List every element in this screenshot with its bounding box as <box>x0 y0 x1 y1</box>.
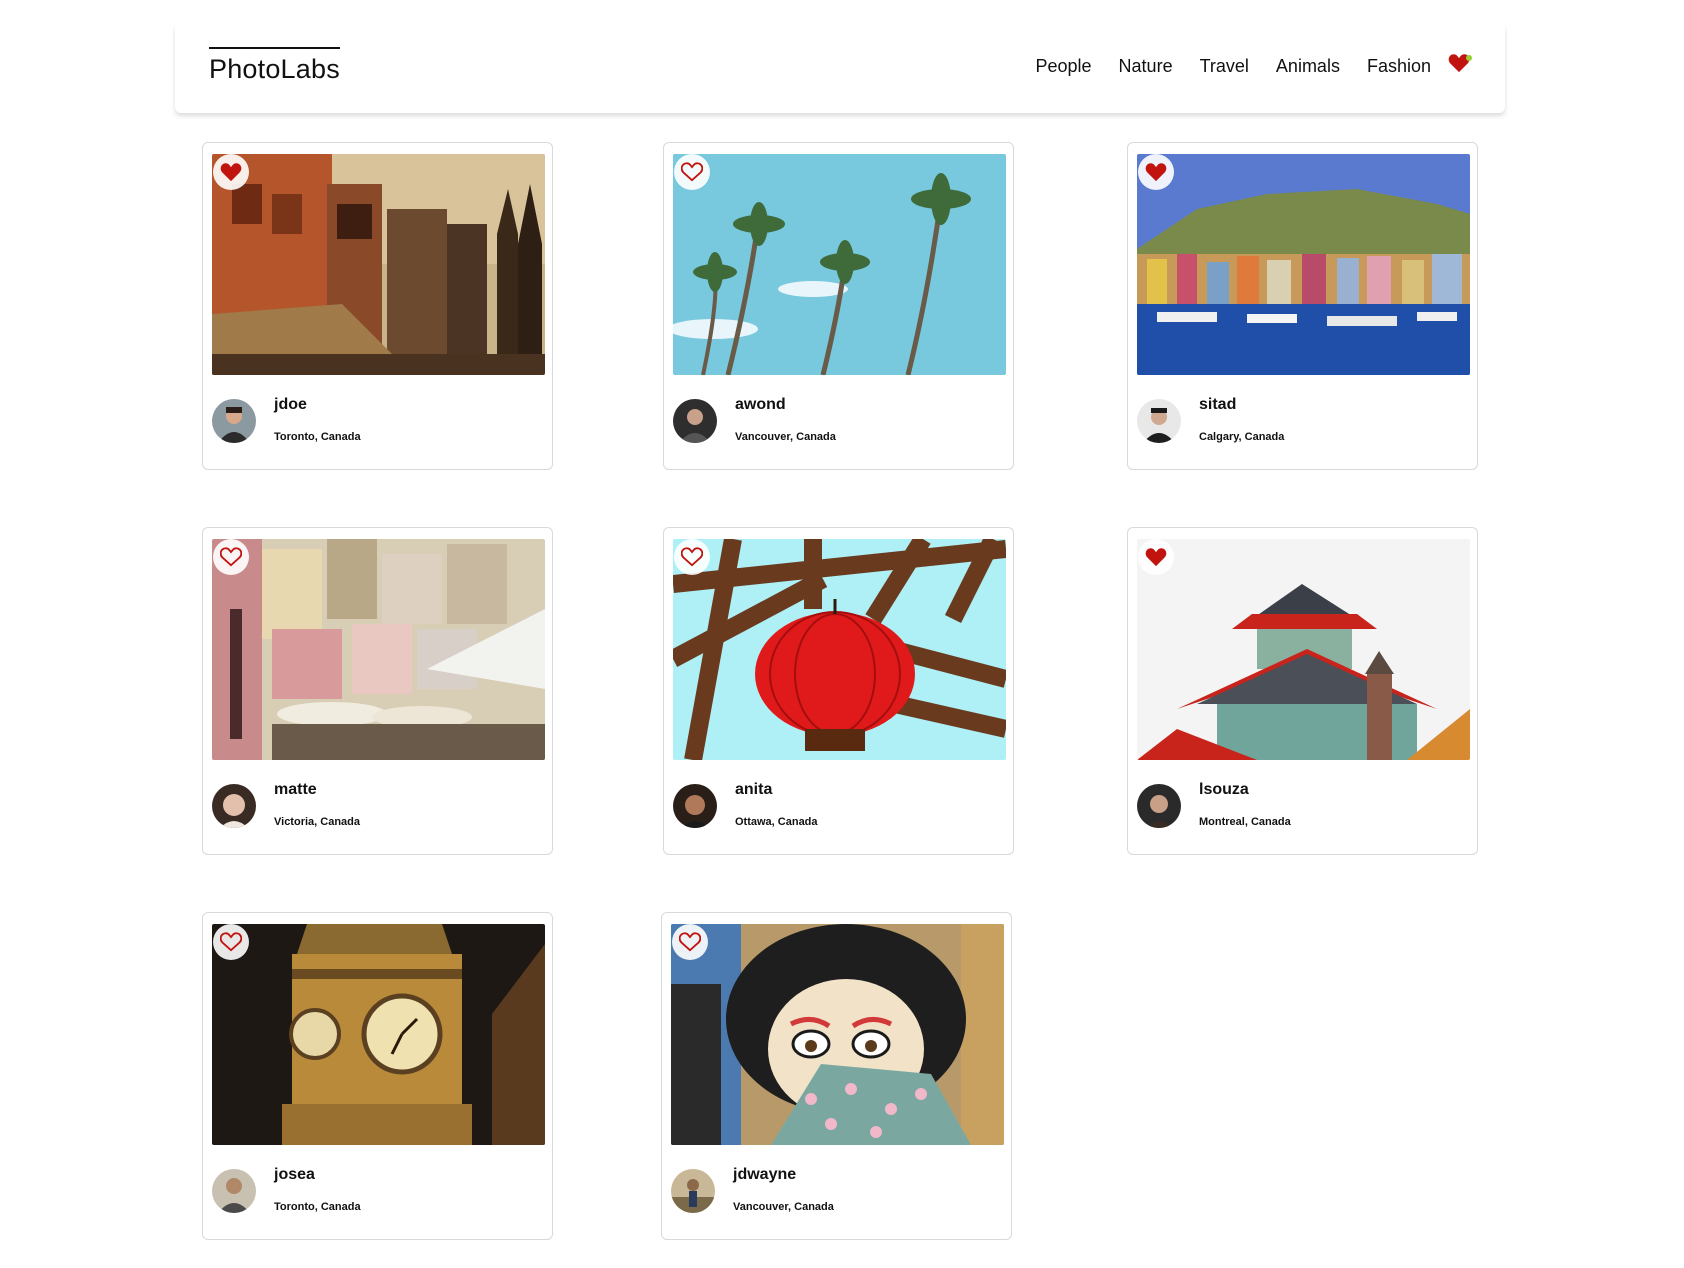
heart-outline-icon <box>681 162 703 182</box>
photo-image[interactable] <box>673 539 1006 760</box>
favorite-button[interactable] <box>1138 154 1174 190</box>
topic-list: People Nature Travel Animals Fashion <box>1008 56 1431 77</box>
username: jdwayne <box>733 1166 797 1183</box>
favorite-button[interactable] <box>674 539 710 575</box>
heart-filled-icon <box>1145 548 1167 567</box>
topic-people[interactable]: People <box>1035 56 1091 77</box>
avatar[interactable] <box>212 399 256 443</box>
username: anita <box>735 781 773 798</box>
topic-travel[interactable]: Travel <box>1200 56 1249 77</box>
photo-card: matte Victoria, Canada <box>202 527 553 855</box>
photo-card: awond Vancouver, Canada <box>663 142 1014 470</box>
username: jdoe <box>274 396 307 413</box>
photo-image[interactable] <box>1137 154 1470 375</box>
photo-card: sitad Calgary, Canada <box>1127 142 1478 470</box>
favorite-button[interactable] <box>674 154 710 190</box>
photo-card: jdwayne Vancouver, Canada <box>661 912 1012 1240</box>
photo-image[interactable] <box>212 539 545 760</box>
avatar[interactable] <box>673 399 717 443</box>
photo-image[interactable] <box>212 154 545 375</box>
heart-filled-icon <box>1145 163 1167 182</box>
location: Victoria, Canada <box>274 816 360 828</box>
location: Toronto, Canada <box>274 1201 361 1213</box>
favorite-button[interactable] <box>1138 539 1174 575</box>
heart-outline-icon <box>220 932 242 952</box>
username: josea <box>274 1166 315 1183</box>
avatar[interactable] <box>1137 399 1181 443</box>
favorite-button[interactable] <box>213 154 249 190</box>
photo-card: josea Toronto, Canada <box>202 912 553 1240</box>
location: Vancouver, Canada <box>733 1201 834 1213</box>
favorites-badge[interactable] <box>1448 53 1472 75</box>
avatar[interactable] <box>671 1169 715 1213</box>
username: awond <box>735 396 786 413</box>
username: lsouza <box>1199 781 1249 798</box>
avatar[interactable] <box>673 784 717 828</box>
notification-dot <box>1466 55 1472 61</box>
photo-grid: jdoe Toronto, Canada awond Vancouver, Ca… <box>0 0 1684 1268</box>
topic-animals[interactable]: Animals <box>1276 56 1340 77</box>
photo-image[interactable] <box>671 924 1004 1145</box>
topic-fashion[interactable]: Fashion <box>1367 56 1431 77</box>
photo-card: jdoe Toronto, Canada <box>202 142 553 470</box>
location: Ottawa, Canada <box>735 816 818 828</box>
heart-outline-icon <box>220 547 242 567</box>
username: sitad <box>1199 396 1237 413</box>
avatar[interactable] <box>212 784 256 828</box>
location: Vancouver, Canada <box>735 431 836 443</box>
photo-card: lsouza Montreal, Canada <box>1127 527 1478 855</box>
heart-outline-icon <box>679 932 701 952</box>
photo-image[interactable] <box>1137 539 1470 760</box>
topic-nature[interactable]: Nature <box>1119 56 1173 77</box>
favorite-button[interactable] <box>672 924 708 960</box>
location: Calgary, Canada <box>1199 431 1285 443</box>
username: matte <box>274 781 317 798</box>
heart-filled-icon <box>220 163 242 182</box>
photo-card: anita Ottawa, Canada <box>663 527 1014 855</box>
top-nav-bar: PhotoLabs People Nature Travel Animals F… <box>175 23 1505 113</box>
favorite-button[interactable] <box>213 924 249 960</box>
location: Montreal, Canada <box>1199 816 1291 828</box>
photo-image[interactable] <box>673 154 1006 375</box>
favorite-button[interactable] <box>213 539 249 575</box>
location: Toronto, Canada <box>274 431 361 443</box>
photo-image[interactable] <box>212 924 545 1145</box>
heart-outline-icon <box>681 547 703 567</box>
avatar[interactable] <box>1137 784 1181 828</box>
app-logo[interactable]: PhotoLabs <box>209 47 340 85</box>
avatar[interactable] <box>212 1169 256 1213</box>
